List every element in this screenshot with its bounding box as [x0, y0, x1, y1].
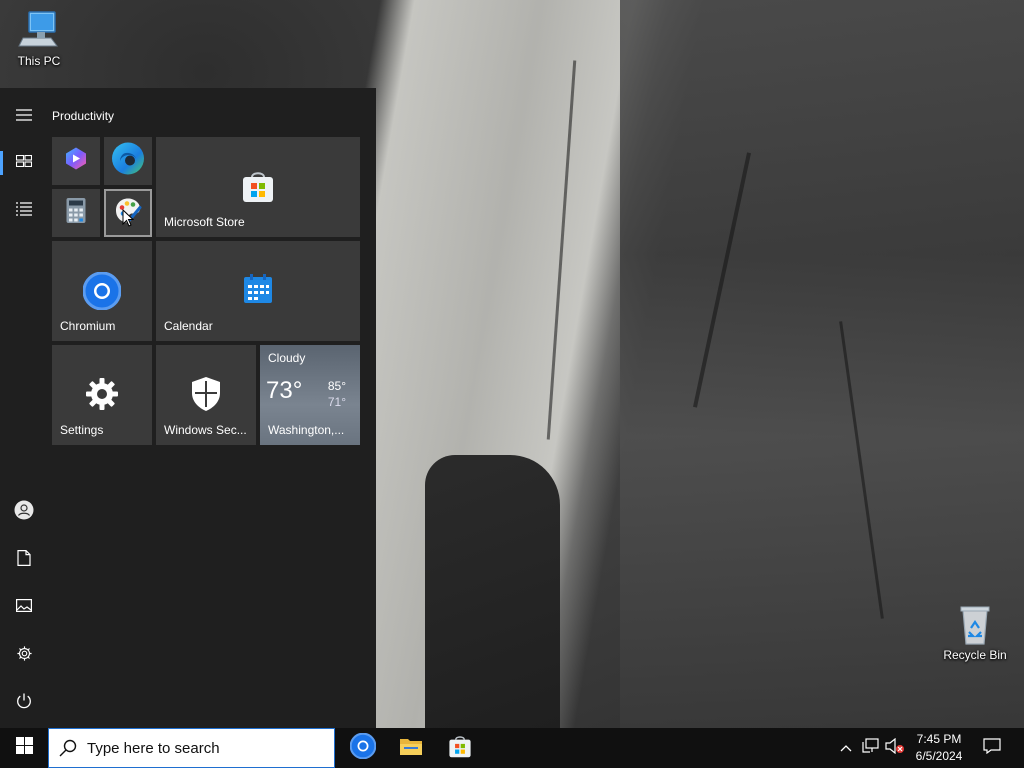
- tile-label: Microsoft Store: [164, 215, 245, 229]
- desktop-icon-this-pc[interactable]: This PC: [4, 8, 74, 68]
- settings-rail-button[interactable]: [0, 636, 48, 676]
- windows-logo-icon: [15, 737, 33, 759]
- taskbar-clock[interactable]: 7:45 PM 6/5/2024: [900, 731, 978, 765]
- tile-label: Chromium: [60, 319, 116, 333]
- tile-calendar[interactable]: Calendar: [156, 241, 360, 341]
- tile-calculator[interactable]: [52, 189, 100, 237]
- microsoft-store-icon: [448, 734, 472, 763]
- documents-button[interactable]: [0, 540, 48, 580]
- desktop-icon-recycle-bin[interactable]: Recycle Bin: [940, 602, 1010, 662]
- tile-weather[interactable]: Cloudy 73° 85° 71° Washington,...: [260, 345, 360, 445]
- power-button[interactable]: [0, 684, 48, 724]
- clock-time: 7:45 PM: [916, 732, 962, 746]
- search-icon: [49, 739, 87, 757]
- all-apps-button[interactable]: [0, 191, 48, 231]
- power-icon: [16, 693, 32, 715]
- microsoft-store-icon: [242, 169, 274, 208]
- start-rail: [0, 88, 48, 728]
- computer-icon: [17, 8, 61, 52]
- action-center-button[interactable]: [978, 728, 1006, 768]
- copilot-app-icon: [63, 146, 89, 177]
- taskbar-app-file-explorer[interactable]: [387, 728, 435, 768]
- picture-icon: [16, 599, 33, 617]
- calculator-app-icon: [66, 198, 86, 229]
- taskbar-search-box[interactable]: [48, 728, 335, 768]
- start-button[interactable]: [0, 728, 48, 768]
- show-hidden-icons-button[interactable]: [836, 728, 856, 768]
- user-account-button[interactable]: [0, 492, 48, 532]
- taskbar-app-microsoft-store[interactable]: [436, 728, 484, 768]
- wallpaper-rock-outcrop: [425, 455, 560, 728]
- desktop-icon-label: Recycle Bin: [943, 648, 1007, 662]
- tile-settings[interactable]: Settings: [52, 345, 152, 445]
- chromium-browser-icon: [82, 271, 122, 315]
- settings-gear-icon: [85, 377, 119, 416]
- tile-microsoft-store[interactable]: Microsoft Store: [156, 137, 360, 237]
- search-input[interactable]: [87, 739, 317, 757]
- gear-icon: [16, 645, 33, 667]
- shield-icon: [190, 376, 222, 417]
- weather-condition: Cloudy: [268, 351, 306, 365]
- weather-high: 85°: [327, 379, 346, 393]
- calendar-icon: [243, 274, 273, 309]
- tile-copilot[interactable]: [52, 137, 100, 185]
- tile-label: Settings: [60, 423, 104, 437]
- weather-low: 71°: [327, 395, 346, 409]
- wallpaper-crack: [546, 60, 577, 440]
- weather-temperature: 73°: [266, 377, 303, 404]
- tile-group-title: Productivity: [52, 109, 115, 123]
- edge-browser-icon: [111, 142, 145, 181]
- tile-chromium[interactable]: Chromium: [52, 241, 152, 341]
- clock-date: 6/5/2024: [915, 749, 963, 763]
- notification-icon: [983, 737, 1001, 759]
- hamburger-menu-icon: [16, 108, 32, 126]
- taskbar-app-chromium[interactable]: [339, 728, 387, 768]
- file-explorer-icon: [399, 736, 423, 761]
- tiles-icon: [15, 154, 33, 172]
- expand-menu-button[interactable]: [0, 97, 48, 137]
- pinned-tiles-button[interactable]: [0, 143, 48, 183]
- network-icon: [862, 737, 880, 759]
- mouse-cursor-icon: [122, 208, 135, 232]
- chevron-up-icon: [840, 739, 852, 757]
- tile-label: Windows Sec...: [164, 423, 247, 437]
- tile-edge[interactable]: [104, 137, 152, 185]
- user-avatar-icon: [14, 500, 34, 525]
- document-icon: [17, 549, 31, 571]
- all-apps-list-icon: [16, 201, 32, 221]
- recycle-bin-icon: [953, 602, 997, 646]
- desktop-icon-label: This PC: [17, 54, 61, 68]
- pictures-button[interactable]: [0, 588, 48, 628]
- tile-label: Calendar: [164, 319, 213, 333]
- start-menu: Productivity Microsoft Store Chromium Ca…: [0, 88, 376, 728]
- taskbar: 7:45 PM 6/5/2024: [0, 728, 1024, 768]
- network-button[interactable]: [860, 728, 882, 768]
- tile-paint[interactable]: [104, 189, 152, 237]
- tile-windows-security[interactable]: Windows Sec...: [156, 345, 256, 445]
- weather-location: Washington,...: [268, 423, 345, 437]
- chromium-icon: [349, 732, 377, 764]
